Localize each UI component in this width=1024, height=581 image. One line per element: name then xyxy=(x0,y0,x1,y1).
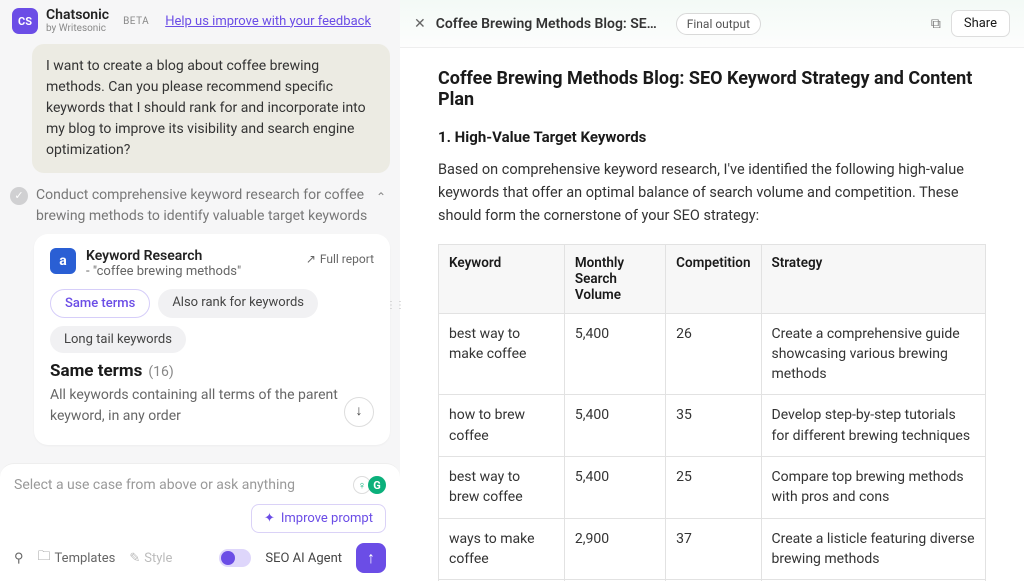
task-text: Conduct comprehensive keyword research f… xyxy=(36,185,368,226)
chevron-up-icon[interactable]: ⌃ xyxy=(376,189,386,206)
brand-name: Chatsonic xyxy=(46,8,109,23)
doc-intro: Based on comprehensive keyword research,… xyxy=(438,158,986,228)
table-cell: 5,400 xyxy=(564,395,665,457)
table-cell: 25 xyxy=(666,457,761,519)
share-button[interactable]: Share xyxy=(951,10,1010,37)
check-icon: ✓ xyxy=(10,187,28,205)
table-cell: 37 xyxy=(666,518,761,580)
chat-pane: CS Chatsonic by Writesonic BETA Help us … xyxy=(0,0,400,581)
table-cell: 5,400 xyxy=(564,457,665,519)
agent-label: SEO AI Agent xyxy=(265,551,342,566)
send-button[interactable]: ↑ xyxy=(356,543,386,573)
task-step[interactable]: ✓ Conduct comprehensive keyword research… xyxy=(10,185,390,234)
brand-sub: by Writesonic xyxy=(46,23,109,34)
ahrefs-icon: a xyxy=(50,248,76,274)
chip-long-tail[interactable]: Long tail keywords xyxy=(50,326,186,353)
grammarly-icon[interactable]: G xyxy=(368,476,386,494)
table-cell: Create a listicle featuring diverse brew… xyxy=(761,518,986,580)
section-title: Same terms xyxy=(50,361,142,381)
templates-label: Templates xyxy=(55,551,116,566)
document-body[interactable]: Coffee Brewing Methods Blog: SEO Keyword… xyxy=(400,48,1024,581)
table-cell: 5,400 xyxy=(564,313,665,395)
doc-heading-2: 1. High-Value Target Keywords xyxy=(438,128,986,146)
chip-also-rank[interactable]: Also rank for keywords xyxy=(158,289,318,318)
paperclip-icon: ⚲ xyxy=(14,551,24,566)
table-cell: Develop step-by-step tutorials for diffe… xyxy=(761,395,986,457)
full-report-label: Full report xyxy=(320,252,374,266)
copy-icon[interactable]: ⧉ xyxy=(931,16,941,32)
final-output-pill: Final output xyxy=(676,13,761,35)
document-title: Coffee Brewing Methods Blog: SEO Keywo..… xyxy=(436,16,666,32)
table-row: how to brew coffee5,40035Develop step-by… xyxy=(439,395,986,457)
user-message: I want to create a blog about coffee bre… xyxy=(32,44,390,173)
download-button[interactable]: ↓ xyxy=(344,397,374,427)
expand-icon: ↗ xyxy=(306,252,316,266)
chip-same-terms[interactable]: Same terms xyxy=(50,289,150,318)
doc-heading-1: Coffee Brewing Methods Blog: SEO Keyword… xyxy=(438,68,986,110)
table-cell: best way to brew coffee xyxy=(439,457,565,519)
app-logo: CS xyxy=(12,8,38,34)
card-subtitle: - "coffee brewing methods" xyxy=(86,264,241,279)
col-volume: Monthly Search Volume xyxy=(564,244,665,313)
section-count: (16) xyxy=(148,364,173,380)
col-keyword: Keyword xyxy=(439,244,565,313)
section-desc-text: All keywords containing all terms of the… xyxy=(50,387,338,424)
improve-prompt-label: Improve prompt xyxy=(281,511,373,526)
table-cell: 26 xyxy=(666,313,761,395)
style-label: Style xyxy=(144,551,172,566)
arrow-up-icon: ↑ xyxy=(367,548,375,568)
improve-prompt-button[interactable]: ✦ Improve prompt xyxy=(251,504,386,533)
sparkle-icon: ✦ xyxy=(264,511,275,526)
close-icon[interactable]: ✕ xyxy=(414,16,426,32)
resize-handle-icon[interactable]: ⋮⋮ xyxy=(386,300,404,311)
table-cell: how to brew coffee xyxy=(439,395,565,457)
table-cell: Create a comprehensive guide showcasing … xyxy=(761,313,986,395)
attach-button[interactable]: ⚲ xyxy=(14,551,24,566)
section-desc: All keywords containing all terms of the… xyxy=(50,385,374,427)
beta-badge: BETA xyxy=(123,16,149,27)
table-cell: ways to make coffee xyxy=(439,518,565,580)
folder-icon: 🗀 xyxy=(38,547,51,569)
table-header-row: Keyword Monthly Search Volume Competitio… xyxy=(439,244,986,313)
extension-badges: ♀ G xyxy=(353,476,386,494)
document-header: ✕ Coffee Brewing Methods Blog: SEO Keywo… xyxy=(400,0,1024,48)
download-icon: ↓ xyxy=(356,401,363,422)
keywords-table: Keyword Monthly Search Volume Competitio… xyxy=(438,244,986,581)
col-strategy: Strategy xyxy=(761,244,986,313)
table-row: best way to brew coffee5,40025Compare to… xyxy=(439,457,986,519)
app-header: CS Chatsonic by Writesonic BETA Help us … xyxy=(0,0,400,40)
composer-input[interactable]: Select a use case from above or ask anyt… xyxy=(14,477,295,493)
help-link[interactable]: Help us improve with your feedback xyxy=(165,14,371,29)
pen-icon: ✎ xyxy=(129,551,140,566)
brand: Chatsonic by Writesonic xyxy=(46,8,109,34)
table-row: best way to make coffee5,40026Create a c… xyxy=(439,313,986,395)
templates-button[interactable]: 🗀 Templates xyxy=(38,547,116,569)
agent-toggle[interactable] xyxy=(219,549,251,567)
full-report-link[interactable]: ↗ Full report xyxy=(306,252,374,266)
keyword-research-card: a Keyword Research - "coffee brewing met… xyxy=(34,234,390,445)
card-title: Keyword Research xyxy=(86,248,241,264)
composer: Select a use case from above or ask anyt… xyxy=(0,463,400,581)
message-area: I want to create a blog about coffee bre… xyxy=(0,40,400,463)
style-button[interactable]: ✎ Style xyxy=(129,551,172,566)
table-cell: Compare top brewing methods with pros an… xyxy=(761,457,986,519)
table-cell: best way to make coffee xyxy=(439,313,565,395)
document-pane: ✕ Coffee Brewing Methods Blog: SEO Keywo… xyxy=(400,0,1024,581)
table-cell: 35 xyxy=(666,395,761,457)
table-cell: 2,900 xyxy=(564,518,665,580)
filter-chips: Same terms Also rank for keywords xyxy=(50,289,374,318)
table-row: ways to make coffee2,90037Create a listi… xyxy=(439,518,986,580)
col-competition: Competition xyxy=(666,244,761,313)
